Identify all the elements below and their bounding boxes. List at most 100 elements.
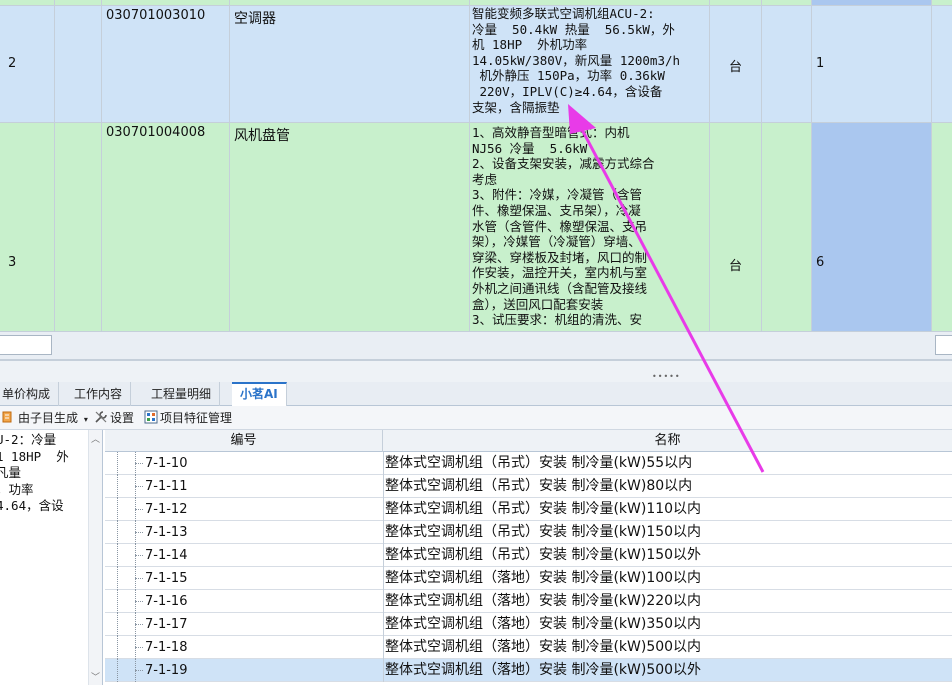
blank-cell — [762, 6, 812, 122]
cell — [470, 0, 710, 5]
quota-code: 7-1-12 — [145, 502, 188, 517]
quota-code: 7-1-17 — [145, 617, 188, 632]
blank-cell — [762, 123, 812, 331]
blank-cell — [55, 6, 102, 122]
column-divider — [383, 613, 384, 636]
table-row[interactable]: 7-1-12 整体式空调机组（吊式）安装 制冷量(kW)110以内 — [105, 498, 952, 521]
tab-unit-price[interactable]: 单价构成 — [0, 382, 60, 406]
tree-guide — [117, 636, 118, 659]
table-row[interactable]: 7-1-15 整体式空调机组（落地）安装 制冷量(kW)100以内 — [105, 567, 952, 590]
item-features: 智能变频多联式空调机组ACU-2: 冷量 50.4kW 热量 56.5kW，外 … — [472, 6, 681, 115]
quota-code: 7-1-15 — [145, 571, 188, 586]
vertical-scrollbar[interactable]: ︿ ﹀ — [88, 430, 102, 685]
tab-work-content[interactable]: 工作内容 — [66, 382, 132, 406]
pane-splitter[interactable]: ••••• — [0, 360, 952, 382]
table-row[interactable]: 2 030701003010 空调器 智能变频多联式空调机组ACU-2: 冷量 … — [0, 6, 952, 123]
quantity-cell[interactable]: 6 — [812, 123, 932, 331]
quota-code: 7-1-10 — [145, 456, 188, 471]
code-cell[interactable]: 030701004008 — [102, 123, 230, 331]
row-index-cell: 3 — [0, 123, 55, 331]
tree-guide — [135, 601, 143, 602]
quota-code: 7-1-16 — [145, 594, 188, 609]
quantity-cell[interactable]: 1 — [812, 6, 932, 122]
table-row[interactable]: 3 030701004008 风机盘管 1、高效静音型暗管式：内机 NJ56 冷… — [0, 123, 952, 332]
tab-ai-assistant[interactable]: 小茗AI — [232, 382, 287, 407]
tree-guide — [135, 555, 143, 556]
splitter-grip-icon[interactable]: ••••• — [652, 373, 680, 381]
column-divider — [383, 475, 384, 498]
row-index: 2 — [8, 56, 17, 71]
quota-name: 整体式空调机组（落地）安装 制冷量(kW)220以内 — [385, 593, 702, 609]
tree-guide — [117, 544, 118, 567]
column-divider — [383, 498, 384, 521]
tree-guide — [135, 509, 143, 510]
wrench-icon — [94, 410, 108, 424]
tree-guide — [117, 452, 118, 475]
item-quantity: 1 — [816, 56, 825, 71]
feature-cell[interactable]: 智能变频多联式空调机组ACU-2: 冷量 50.4kW 热量 56.5kW，外 … — [470, 6, 710, 122]
feature-cell[interactable]: 1、高效静音型暗管式：内机 NJ56 冷量 5.6kW 2、设备支架安装，减震方… — [470, 123, 710, 331]
table-row[interactable]: 7-1-11 整体式空调机组（吊式）安装 制冷量(kW)80以内 — [105, 475, 952, 498]
column-divider — [383, 590, 384, 613]
column-divider — [383, 636, 384, 659]
cell — [932, 123, 952, 331]
quota-name: 整体式空调机组（吊式）安装 制冷量(kW)150以内 — [385, 524, 702, 540]
table-row[interactable]: 7-1-18 整体式空调机组（落地）安装 制冷量(kW)500以内 — [105, 636, 952, 659]
table-row[interactable]: 7-1-13 整体式空调机组（吊式）安装 制冷量(kW)150以内 — [105, 521, 952, 544]
column-header-code[interactable]: 编号 — [105, 430, 383, 452]
quota-code: 7-1-13 — [145, 525, 188, 540]
row-edit-box[interactable] — [935, 335, 952, 355]
table-row[interactable]: 7-1-10 整体式空调机组（吊式）安装 制冷量(kW)55以内 — [105, 452, 952, 475]
tree-guide — [117, 521, 118, 544]
name-cell[interactable]: 风机盘管 — [230, 123, 470, 331]
unit-cell[interactable]: 台 — [710, 6, 762, 122]
feature-management-label: 项目特征管理 — [160, 411, 233, 425]
column-divider — [383, 452, 384, 475]
feature-management-button[interactable]: 项目特征管理 — [144, 409, 232, 427]
quota-name: 整体式空调机组（吊式）安装 制冷量(kW)110以内 — [385, 501, 702, 517]
tree-guide — [117, 613, 118, 636]
dropdown-arrow-icon: ▾ — [83, 415, 88, 424]
tree-guide — [135, 463, 143, 464]
code-cell[interactable]: 030701003010 — [102, 6, 230, 122]
column-divider — [383, 544, 384, 567]
item-name: 空调器 — [234, 11, 276, 27]
item-quantity: 6 — [816, 255, 825, 270]
quota-table-header: 编号 名称 — [105, 430, 952, 452]
feature-text-panel[interactable]: U-2：冷量 1 18HP 外 凡量 ，功率 4.64，含设 ︿ ﹀ — [0, 430, 103, 685]
scroll-up-icon[interactable]: ︿ — [91, 432, 100, 445]
cell — [710, 0, 762, 5]
grid-footer-row — [0, 332, 952, 360]
feature-manage-icon — [144, 410, 158, 424]
generate-icon — [2, 410, 16, 424]
generate-label: 由子目生成 — [18, 411, 79, 425]
column-divider — [383, 659, 384, 682]
quota-name: 整体式空调机组（吊式）安装 制冷量(kW)55以内 — [385, 455, 693, 471]
column-header-name[interactable]: 名称 — [383, 430, 952, 452]
table-row[interactable]: 7-1-16 整体式空调机组（落地）安装 制冷量(kW)220以内 — [105, 590, 952, 613]
table-row-selected[interactable]: 7-1-19 整体式空调机组（落地）安装 制冷量(kW)500以外 — [105, 659, 952, 682]
row-edit-box[interactable] — [0, 335, 52, 355]
settings-button[interactable]: 设置 — [94, 409, 134, 427]
scroll-down-icon[interactable]: ﹀ — [91, 670, 100, 683]
table-row[interactable]: 7-1-14 整体式空调机组（吊式）安装 制冷量(kW)150以外 — [105, 544, 952, 567]
tree-guide — [135, 647, 143, 648]
column-divider — [383, 567, 384, 590]
quota-name: 整体式空调机组（落地）安装 制冷量(kW)500以外 — [385, 662, 702, 678]
quota-name: 整体式空调机组（落地）安装 制冷量(kW)100以内 — [385, 570, 702, 586]
feature-text[interactable]: U-2：冷量 1 18HP 外 凡量 ，功率 4.64，含设 — [0, 432, 69, 515]
quota-name: 整体式空调机组（落地）安装 制冷量(kW)350以内 — [385, 616, 702, 632]
tree-guide — [117, 590, 118, 613]
quota-code: 7-1-18 — [145, 640, 188, 655]
table-row[interactable]: 7-1-17 整体式空调机组（落地）安装 制冷量(kW)350以内 — [105, 613, 952, 636]
item-unit: 台 — [728, 60, 742, 75]
cell — [102, 0, 230, 5]
item-features: 1、高效静音型暗管式：内机 NJ56 冷量 5.6kW 2、设备支架安装，减震方… — [472, 125, 655, 328]
unit-cell[interactable]: 台 — [710, 123, 762, 331]
tab-quantity-detail[interactable]: 工程量明细 — [143, 382, 221, 406]
generate-from-subitem-button[interactable]: 由子目生成 ▾ — [2, 409, 88, 427]
detail-toolbar: 由子目生成 ▾ 设置 项目特征管理 — [0, 406, 952, 430]
row-index-cell: 2 — [0, 6, 55, 122]
name-cell[interactable]: 空调器 — [230, 6, 470, 122]
cell — [0, 0, 55, 5]
